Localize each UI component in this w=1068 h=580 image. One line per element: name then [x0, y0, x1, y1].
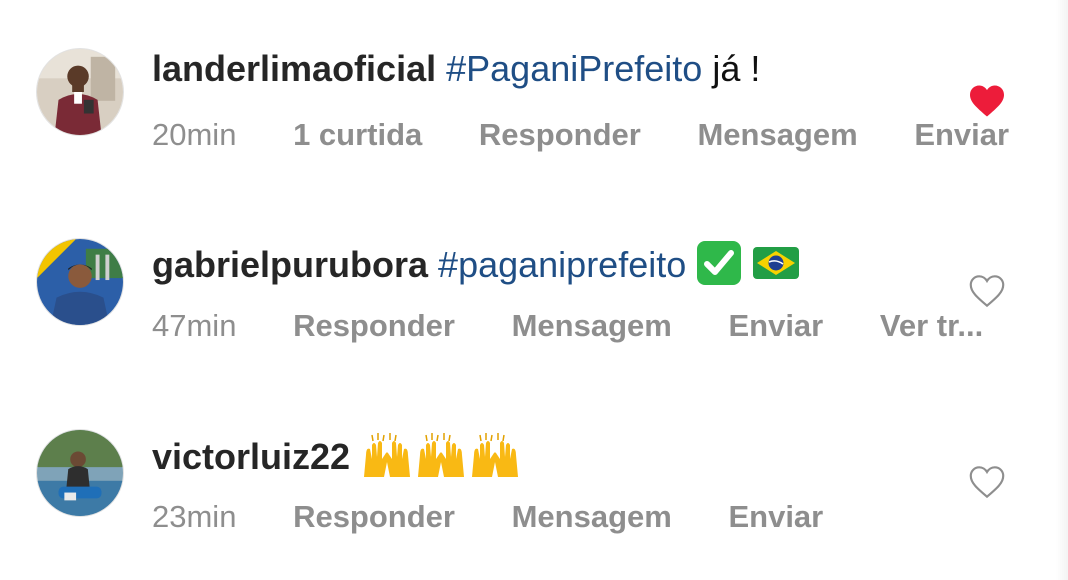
check-mark-button-emoji	[696, 240, 742, 295]
raising-hands-emoji	[414, 429, 468, 490]
comment-username[interactable]: landerlimaoficial	[152, 48, 436, 89]
comment-meta: 23min Responder Mensagem Enviar	[152, 499, 823, 535]
liked-heart-icon[interactable]	[968, 84, 1006, 118]
scroll-edge	[1056, 0, 1068, 580]
avatar[interactable]	[36, 429, 124, 517]
hashtag-link[interactable]: #paganiprefeito	[438, 244, 686, 285]
message-button[interactable]: Mensagem	[512, 499, 672, 535]
brazil-flag-emoji	[752, 245, 800, 290]
comment-text: landerlimaoficial #PaganiPrefeito já !	[152, 48, 760, 90]
hashtag-link[interactable]: #PaganiPrefeito	[446, 48, 702, 89]
comment-item: landerlimaoficial #PaganiPrefeito já ! 2…	[0, 0, 1068, 152]
message-button[interactable]: Mensagem	[697, 117, 857, 153]
heart-icon[interactable]	[968, 274, 1006, 308]
reply-button[interactable]: Responder	[293, 308, 455, 344]
comments-list: landerlimaoficial #PaganiPrefeito já ! 2…	[0, 0, 1068, 580]
avatar[interactable]	[36, 48, 124, 136]
comment-item: gabrielpurubora #paganiprefeito 47min Re…	[0, 190, 1068, 343]
comment-username[interactable]: victorluiz22	[152, 436, 350, 477]
raising-hands-emoji	[468, 429, 522, 490]
comment-body: já !	[712, 48, 761, 89]
heart-icon[interactable]	[968, 465, 1006, 499]
send-button[interactable]: Enviar	[728, 308, 823, 344]
comment-meta: 47min Responder Mensagem Enviar Ver tr..…	[152, 308, 983, 344]
comment-username[interactable]: gabrielpurubora	[152, 244, 428, 285]
comment-text: gabrielpurubora #paganiprefeito	[152, 240, 800, 295]
send-button[interactable]: Enviar	[914, 117, 1009, 153]
comment-meta: 20min 1 curtida Responder Mensagem Envia…	[152, 117, 1009, 153]
comment-item: victorluiz22 23min Responder Mensagem En…	[0, 381, 1068, 534]
raising-hands-emoji	[360, 429, 414, 490]
comment-time: 23min	[152, 499, 237, 534]
message-button[interactable]: Mensagem	[512, 308, 672, 344]
comment-text: victorluiz22	[152, 429, 522, 490]
comment-time: 20min	[152, 117, 237, 152]
reply-button[interactable]: Responder	[293, 499, 455, 535]
likes-count-link[interactable]: 1 curtida	[293, 117, 422, 153]
comment-time: 47min	[152, 308, 237, 343]
reply-button[interactable]: Responder	[479, 117, 641, 153]
send-button[interactable]: Enviar	[728, 499, 823, 535]
avatar[interactable]	[36, 238, 124, 326]
view-translation-button[interactable]: Ver tr...	[880, 308, 983, 344]
